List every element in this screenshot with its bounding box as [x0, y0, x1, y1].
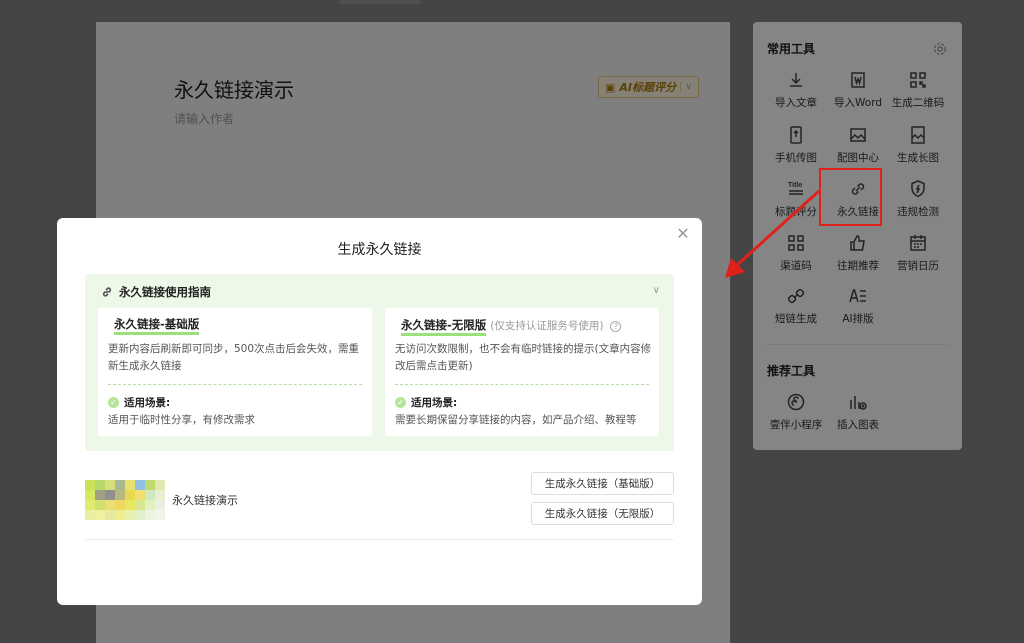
unlimited-version-desc: 无访问次数限制，也不会有临时链接的提示(文章内容修改后需点击更新): [395, 343, 652, 372]
unlimited-version-card: 永久链接-无限版 (仅支持认证服务号使用) ? 无访问次数限制，也不会有临时链接…: [385, 308, 659, 436]
basic-scene-text: 适用于临时性分享，有修改需求: [108, 414, 255, 426]
generate-basic-link-button[interactable]: 生成永久链接（基础版）: [531, 472, 674, 495]
scene-label: ✓ 适用场景:: [395, 395, 457, 410]
article-row: 永久链接演示 生成永久链接（基础版） 生成永久链接（无限版）: [85, 472, 674, 540]
check-icon: ✓: [108, 397, 119, 408]
unlimited-version-title: 永久链接-无限版: [401, 319, 487, 336]
chevron-down-icon[interactable]: ∨: [653, 285, 660, 296]
help-icon[interactable]: ?: [610, 321, 622, 332]
dialog-title: 生成永久链接: [337, 242, 422, 258]
divider: [108, 384, 362, 385]
link-icon: [102, 287, 112, 297]
basic-version-desc: 更新内容后刷新即可同步，500次点击后会失效，需重新生成永久链接: [108, 343, 360, 372]
close-icon[interactable]: ✕: [676, 226, 690, 242]
guide-header[interactable]: 永久链接使用指南: [101, 284, 211, 300]
usage-guide-panel: 永久链接使用指南 ∨ 永久链接-基础版 更新内容后刷新即可同步，500次点击后会…: [85, 274, 674, 451]
generate-unlimited-link-button[interactable]: 生成永久链接（无限版）: [531, 502, 674, 525]
basic-version-title: 永久链接-基础版: [114, 318, 200, 335]
permanent-link-dialog: 生成永久链接 ✕ 永久链接使用指南 ∨ 永久链接-基础版 更新内容后刷新即可同步…: [57, 218, 702, 605]
article-thumbnail: [85, 480, 165, 520]
basic-version-card: 永久链接-基础版 更新内容后刷新即可同步，500次点击后会失效，需重新生成永久链…: [98, 308, 372, 436]
divider: [395, 384, 649, 385]
scene-label: ✓ 适用场景:: [108, 395, 170, 410]
unlimited-version-note: (仅支持认证服务号使用): [490, 320, 604, 332]
unlimited-scene-text: 需要长期保留分享链接的内容，如产品介绍、教程等: [395, 414, 637, 426]
article-title: 永久链接演示: [172, 494, 238, 507]
check-icon: ✓: [395, 397, 406, 408]
